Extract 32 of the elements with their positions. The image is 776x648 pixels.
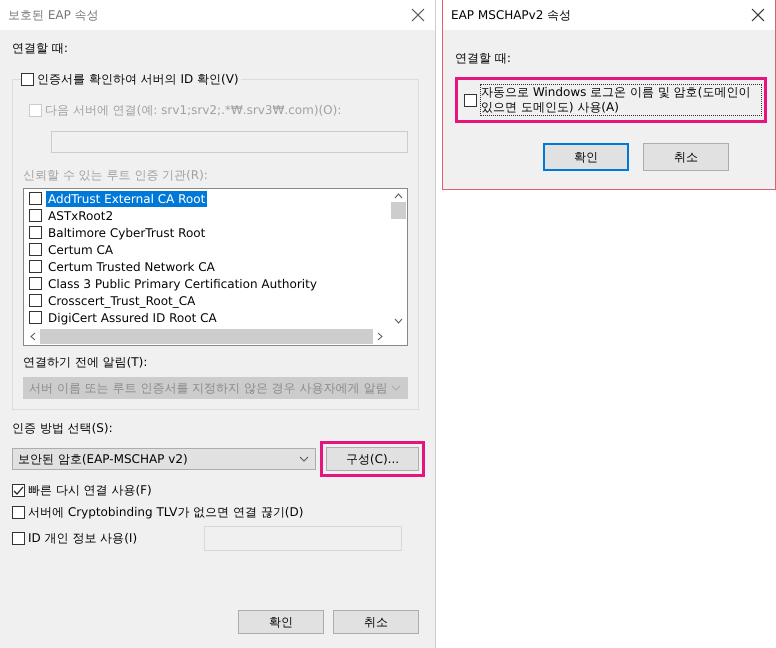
checkbox[interactable]: [21, 73, 34, 86]
cancel-button[interactable]: 취소: [333, 610, 419, 634]
scroll-thumb[interactable]: [40, 329, 373, 344]
checkbox-label: 다음 서버에 연결(예: srv1;srv2;.*₩.srv3₩.com)(O):: [45, 102, 342, 119]
field-label: 인증 방법 선택(S):: [12, 420, 114, 437]
configure-button[interactable]: 구성(C)...: [326, 447, 419, 471]
checkbox[interactable]: [12, 532, 25, 545]
scroll-thumb[interactable]: [391, 202, 406, 219]
checkbox[interactable]: [464, 94, 477, 106]
checkbox[interactable]: [12, 506, 25, 519]
checkbox[interactable]: [12, 484, 25, 497]
scroll-left-icon[interactable]: [30, 332, 36, 341]
cancel-button[interactable]: 취소: [643, 143, 729, 171]
scroll-down-icon[interactable]: [394, 318, 403, 324]
ok-button[interactable]: 확인: [543, 143, 629, 171]
section-label: 연결할 때:: [455, 50, 512, 67]
scroll-up-icon[interactable]: [394, 193, 403, 199]
list-label: 신뢰할 수 있는 루트 인증 기관(R):: [23, 167, 209, 184]
close-icon[interactable]: [411, 8, 425, 22]
checkbox-label: 빠른 다시 연결 사용(F): [28, 482, 152, 499]
field-label: 연결하기 전에 알림(T):: [23, 354, 148, 371]
close-icon[interactable]: [751, 8, 765, 22]
auth-method-dropdown[interactable]: 보안된 암호(EAP-MSCHAP v2): [12, 448, 316, 470]
window-title: EAP MSCHAPv2 속성: [451, 6, 572, 24]
checkbox-label: 서버에 Cryptobinding TLV가 없으면 연결 끊기(D): [28, 504, 304, 521]
checkbox-label: 인증서를 확인하여 서버의 ID 확인(V): [37, 71, 239, 88]
section-label: 연결할 때:: [12, 40, 69, 57]
window-title: 보호된 EAP 속성: [8, 6, 99, 24]
scroll-right-icon[interactable]: [377, 332, 383, 341]
checkbox-label: ID 개인 정보 사용(I): [28, 530, 138, 547]
checkbox-label: 자동으로 Windows 로그온 이름 및 암호(도메인이 있으면 도메인도) 사용(A): [480, 84, 762, 116]
ok-button[interactable]: 확인: [238, 610, 324, 634]
